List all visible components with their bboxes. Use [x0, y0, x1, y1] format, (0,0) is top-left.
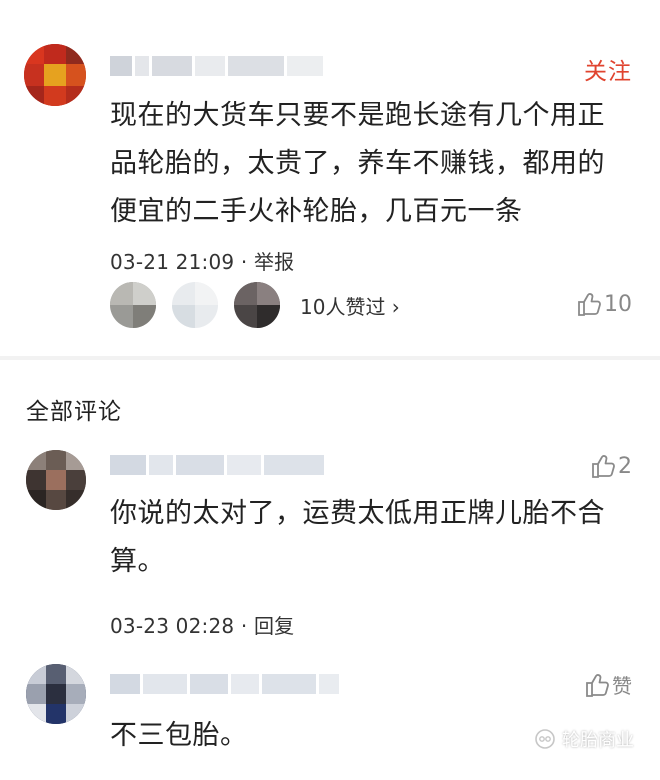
commenter-name-blurred[interactable] [110, 674, 339, 694]
watermark-text: 轮胎商业 [562, 730, 634, 751]
comment-content: 你说的太对了，运费太低用正牌儿胎不合算。 [110, 498, 605, 577]
comment-meta[interactable]: 03-23 02:28 · 回复 [110, 610, 294, 639]
thumbs-up-icon [576, 290, 604, 318]
commenter-avatar[interactable] [26, 450, 86, 510]
author-avatar[interactable] [24, 44, 86, 106]
follow-button[interactable]: 关注 [584, 52, 632, 86]
comment-like-button[interactable]: 赞 [584, 670, 632, 699]
post-content: 现在的大货车只要不是跑长途有几个用正品轮胎的，太贵了，养车不赚钱，都用的便宜的二… [110, 100, 605, 227]
post-like-button[interactable]: 10 [576, 290, 632, 318]
commenter-name-blurred[interactable] [110, 455, 324, 475]
comment-like-label: 赞 [612, 674, 632, 698]
liker-avatar[interactable] [110, 282, 156, 328]
author-name-blurred[interactable] [110, 56, 323, 76]
thumbs-up-icon [584, 671, 612, 699]
post-meta[interactable]: 03-21 21:09 · 举报 [110, 246, 294, 275]
watermark: 轮胎商业 [534, 726, 634, 752]
post-like-count: 10 [604, 291, 632, 317]
liker-avatar[interactable] [234, 282, 280, 328]
thumbs-up-icon [590, 452, 618, 480]
comment-like-count: 2 [618, 453, 632, 479]
liker-avatar[interactable] [172, 282, 218, 328]
section-divider [0, 356, 660, 360]
likers-row[interactable]: 10人赞过 › [110, 282, 400, 328]
wechat-channel-icon [534, 728, 556, 750]
commenter-avatar[interactable] [26, 664, 86, 724]
comments-header: 全部评论 [26, 399, 122, 425]
comment-like-button[interactable]: 2 [590, 452, 632, 480]
likers-summary[interactable]: 10人赞过 › [300, 291, 400, 320]
original-post: 关注 现在的大货车只要不是跑长途有几个用正品轮胎的，太贵了，养车不赚钱，都用的便… [0, 0, 660, 356]
